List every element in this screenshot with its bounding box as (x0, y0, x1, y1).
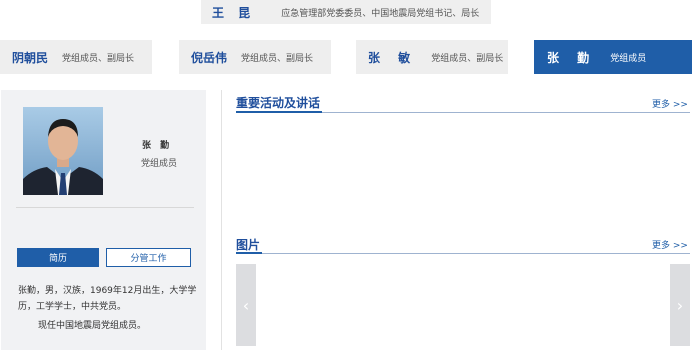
leader-title: 党组成员、副局长 (241, 53, 314, 64)
profile-bio: 张勤，男，汉族，1969年12月出生，大学学历，工学学士，中共党员。 (18, 286, 197, 312)
tab-responsibilities[interactable]: 分管工作 (106, 248, 191, 267)
leader-title: 党组成员、副局长 (62, 53, 135, 64)
chevron-left-icon[interactable]: ‹ (236, 264, 256, 346)
profile-title: 党组成员 (141, 159, 178, 169)
leader-title: 党组成员、副局长 (431, 53, 504, 64)
profile-current-position: 现任中国地震局党组成员。 (38, 321, 147, 331)
leader-card-2[interactable]: 倪岳伟 党组成员、副局长 (179, 40, 331, 74)
leader-title: 党组成员 (610, 53, 647, 64)
portrait-image (23, 107, 103, 195)
profile-panel: 张 勤 党组成员 简历 分管工作 张勤，男，汉族，1969年12月出生，大学学历… (1, 90, 206, 350)
leader-name: 阴朝民 (12, 50, 49, 65)
profile-name: 张 勤 (142, 141, 173, 151)
leader-name: 张 敏 (368, 50, 418, 65)
pictures-rule (236, 253, 690, 254)
pictures-underline (236, 252, 262, 254)
leader-name: 倪岳伟 (191, 50, 228, 65)
picture-carousel: ‹ › (236, 264, 690, 346)
top-leader-card[interactable]: 王 昆 应急管理部党委委员、中国地震局党组书记、局长 (201, 0, 491, 24)
column-divider (221, 90, 222, 350)
leader-card-3[interactable]: 张 敏 党组成员、副局长 (356, 40, 508, 74)
chevron-right-icon[interactable]: › (670, 264, 690, 346)
top-leader-name: 王 昆 (212, 5, 256, 20)
activities-underline (236, 111, 322, 113)
pictures-more-link[interactable]: 更多 >> (652, 238, 688, 251)
leader-card-1[interactable]: 阴朝民 党组成员、副局长 (0, 40, 152, 74)
activities-heading: 重要活动及讲话 (236, 96, 321, 110)
leader-card-4-active[interactable]: 张 勤 党组成员 (534, 40, 692, 74)
profile-divider (16, 207, 194, 208)
pictures-heading: 图片 (236, 238, 261, 252)
profile-photo (23, 107, 103, 195)
leader-name: 张 勤 (547, 50, 597, 65)
activities-more-link[interactable]: 更多 >> (652, 97, 688, 110)
top-leader-title: 应急管理部党委委员、中国地震局党组书记、局长 (281, 8, 480, 19)
tab-biography[interactable]: 简历 (17, 248, 99, 267)
